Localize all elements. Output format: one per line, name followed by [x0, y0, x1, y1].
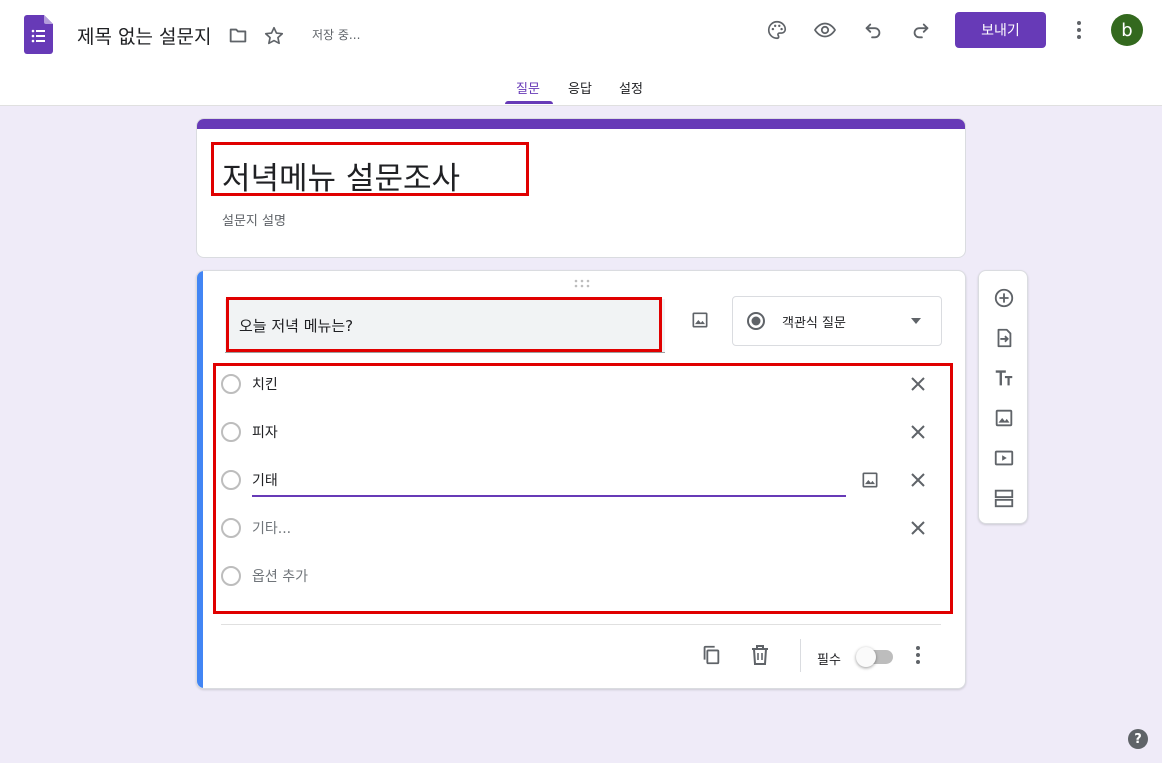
question-more-icon[interactable]: [906, 643, 930, 667]
add-video-icon[interactable]: [991, 445, 1017, 471]
avatar[interactable]: b: [1111, 14, 1143, 46]
required-toggle[interactable]: [856, 647, 893, 667]
radio-checked-icon: [747, 312, 765, 330]
palette-icon[interactable]: [765, 18, 789, 42]
folder-icon[interactable]: [226, 24, 250, 48]
remove-option-icon[interactable]: [906, 372, 930, 396]
remove-option-icon[interactable]: [906, 420, 930, 444]
add-option-link[interactable]: 옵션 추가: [252, 566, 308, 586]
dropdown-arrow-icon: [911, 318, 921, 324]
add-question-icon[interactable]: [991, 285, 1017, 311]
send-button[interactable]: 보내기: [955, 12, 1046, 48]
question-type-label: 객관식 질문: [782, 316, 846, 331]
option-row[interactable]: 치킨: [221, 364, 941, 404]
radio-icon: [221, 470, 241, 490]
title-card-accent-bar: [197, 119, 965, 129]
undo-icon[interactable]: [861, 18, 885, 42]
document-title[interactable]: 제목 없는 설문지: [77, 22, 211, 49]
form-title-card[interactable]: 저녁메뉴 설문조사 설문지 설명: [196, 118, 966, 258]
more-vert-icon[interactable]: [1067, 18, 1091, 42]
option-row[interactable]: 피자: [221, 412, 941, 452]
radio-icon: [221, 422, 241, 442]
option-label[interactable]: 피자: [252, 422, 278, 442]
add-title-icon[interactable]: [991, 365, 1017, 391]
add-section-icon[interactable]: [991, 485, 1017, 511]
option-label-input[interactable]: 기태: [252, 470, 278, 490]
option-input-focus-underline: [252, 495, 846, 497]
form-description[interactable]: 설문지 설명: [222, 210, 286, 229]
footer-vertical-divider: [800, 639, 801, 672]
remove-option-icon[interactable]: [906, 516, 930, 540]
footer-divider: [221, 624, 941, 625]
question-card[interactable]: 오늘 저녁 메뉴는? 객관식 질문 치킨 피자 기태 기타... 옵션 추가 필…: [196, 270, 966, 689]
option-label[interactable]: 치킨: [252, 374, 278, 394]
required-label: 필수: [817, 653, 841, 668]
star-icon[interactable]: [262, 24, 286, 48]
add-option-image-icon[interactable]: [858, 468, 882, 492]
other-option-row[interactable]: 기타...: [221, 508, 941, 548]
option-row-editing[interactable]: 기태: [221, 460, 941, 500]
toggle-knob: [856, 647, 876, 667]
add-image-icon[interactable]: [991, 405, 1017, 431]
tab-responses[interactable]: 응답: [568, 78, 592, 97]
question-title-input[interactable]: 오늘 저녁 메뉴는?: [225, 299, 665, 353]
radio-icon: [221, 374, 241, 394]
delete-icon[interactable]: [748, 643, 772, 667]
tab-settings[interactable]: 설정: [619, 78, 643, 97]
google-forms-logo-icon[interactable]: [24, 15, 53, 54]
other-option-label: 기타...: [252, 521, 292, 537]
duplicate-icon[interactable]: [699, 643, 723, 667]
top-header: 제목 없는 설문지 저장 중... 보내기 b 질문 응답 설정: [0, 0, 1162, 106]
tab-questions[interactable]: 질문: [516, 78, 540, 97]
add-question-image-icon[interactable]: [688, 308, 712, 332]
question-type-dropdown[interactable]: 객관식 질문: [732, 296, 942, 346]
active-tab-indicator: [505, 101, 553, 104]
saving-status: 저장 중...: [312, 28, 361, 42]
question-title-text: 오늘 저녁 메뉴는?: [239, 317, 354, 335]
radio-icon: [221, 518, 241, 538]
floating-toolbar: [978, 270, 1028, 524]
help-icon[interactable]: ?: [1128, 729, 1148, 749]
preview-eye-icon[interactable]: [813, 18, 837, 42]
form-tabs: 질문 응답 설정: [0, 74, 1162, 106]
import-questions-icon[interactable]: [991, 325, 1017, 351]
radio-icon: [221, 566, 241, 586]
drag-handle-icon[interactable]: [572, 279, 592, 289]
redo-icon[interactable]: [909, 18, 933, 42]
add-option-row[interactable]: 옵션 추가: [221, 556, 941, 596]
active-question-bar: [197, 271, 203, 688]
form-title[interactable]: 저녁메뉴 설문조사: [222, 153, 460, 198]
remove-option-icon[interactable]: [906, 468, 930, 492]
